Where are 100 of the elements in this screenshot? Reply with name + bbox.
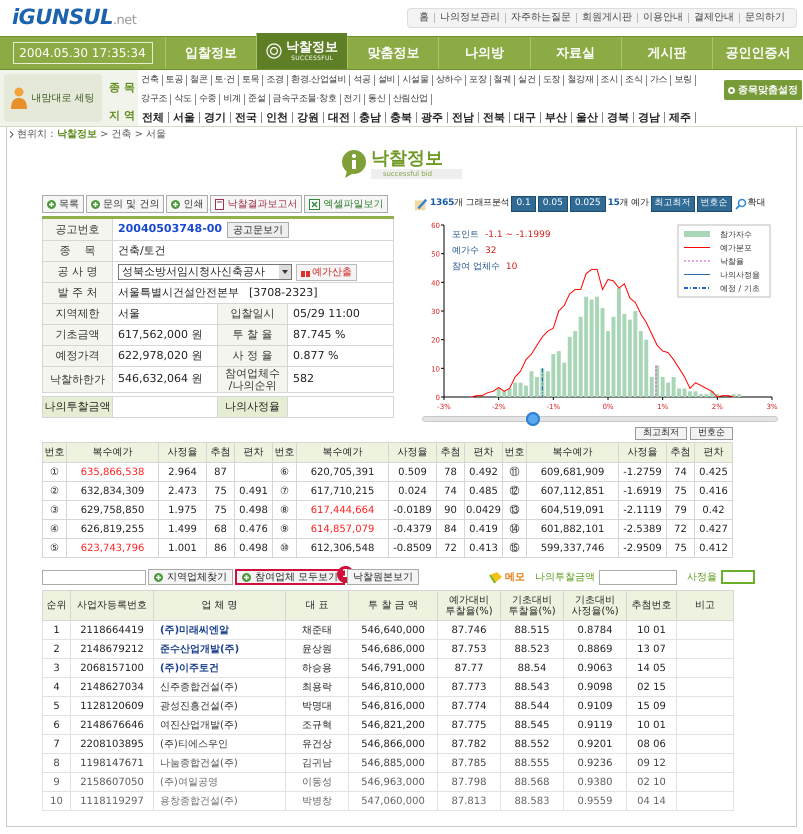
category-link[interactable]: 시설물 [399, 75, 433, 86]
top-link[interactable]: 홈 [414, 13, 434, 23]
custom-setting-panel[interactable]: 내맘대로 세팅 [4, 74, 102, 122]
category-link[interactable]: 조경 [263, 75, 288, 86]
column-header: 번호 [274, 447, 294, 458]
step-button[interactable]: 0.025 [570, 196, 606, 212]
category-link[interactable]: 금속구조물·창호 [270, 94, 341, 105]
category-link[interactable]: 강구조 [138, 94, 172, 105]
legend-label: 참가자수 [720, 230, 752, 239]
region-link[interactable]: 강원 [293, 112, 324, 123]
sort-button[interactable]: 번호순 [696, 196, 732, 212]
table-cell: 하승용 [302, 662, 332, 674]
category-link[interactable]: 전기 [340, 94, 366, 105]
category-link[interactable]: 철콘 [187, 75, 212, 86]
draw-count: 75 [674, 542, 687, 554]
step-button[interactable]: 0.1 [511, 196, 536, 212]
category-link[interactable]: 상하수 [432, 75, 466, 86]
table-cell: 2158607050 [80, 776, 144, 788]
category-link[interactable]: 철궤 [490, 75, 516, 86]
category-link[interactable]: 준설 [245, 94, 270, 105]
category-link[interactable]: 석공 [350, 75, 375, 86]
category-link[interactable]: 토·건 [212, 75, 239, 86]
category-link[interactable]: 삭도 [171, 94, 196, 105]
category-link[interactable]: 설비 [374, 75, 400, 86]
region-link[interactable]: 경남 [634, 112, 665, 123]
column-header: 번호 [44, 447, 64, 458]
top-link[interactable]: 나의정보관리 [434, 13, 505, 23]
region-link[interactable]: 제주 [665, 112, 696, 123]
category-link[interactable]: 가스 [646, 75, 672, 86]
category-link[interactable]: 산림산업 [390, 94, 432, 105]
column-header: 편차 [244, 447, 264, 458]
category-link[interactable]: 도장 [540, 75, 564, 86]
category-link[interactable]: 통신 [365, 94, 390, 105]
table-cell: 7 [53, 738, 60, 750]
category-link[interactable]: 비계 [220, 94, 246, 105]
table-cell: 0.9119 [578, 720, 612, 730]
region-link[interactable]: 충북 [386, 112, 417, 123]
step-button[interactable]: 0.05 [538, 196, 568, 212]
region-link[interactable]: 광주 [417, 112, 448, 123]
table-cell: 546,821,200 [361, 720, 425, 730]
toolbar-button[interactable]: 낙찰원본보기 [347, 569, 420, 585]
region-link[interactable]: 경북 [603, 112, 634, 123]
region-link[interactable]: 대전 [324, 112, 355, 123]
sort-button[interactable]: 번호순 [690, 427, 733, 440]
top-link[interactable]: 결제안내 [688, 13, 739, 23]
region-link[interactable]: 전국 [231, 112, 262, 123]
action-button[interactable]: 문의 및 건의 [86, 195, 164, 213]
table-cell: 88.543 [514, 682, 550, 692]
top-link[interactable]: 자주하는질문 [505, 13, 576, 23]
region-link[interactable]: 충남 [355, 112, 386, 123]
zoom-button[interactable]: 확대 [734, 197, 766, 211]
deviation-value: 0.0429 [466, 504, 501, 516]
category-link[interactable]: 수중 [196, 94, 220, 105]
region-link[interactable]: 인천 [262, 112, 293, 123]
region-link[interactable]: 전남 [448, 112, 479, 123]
category-link[interactable]: 건축 [138, 75, 163, 86]
price-value: 617,444,664 [310, 504, 374, 516]
action-button[interactable]: 엑셀파일보기 [304, 195, 388, 213]
region-link[interactable]: 전북 [479, 112, 510, 123]
category-link[interactable]: 보링 [671, 75, 696, 86]
column-header: 편차 [474, 447, 494, 458]
category-link[interactable]: 환경.산업설비 [288, 75, 350, 86]
top-link[interactable]: 이용안내 [637, 13, 688, 23]
chart-info-text: 포인트 -1.1 ~ -1.1999 [452, 230, 551, 240]
category-link[interactable]: 철강재 [564, 75, 598, 86]
category-link[interactable]: 토공 [162, 75, 188, 86]
region-link[interactable]: 울산 [572, 112, 603, 123]
table-cell: 87.77 [454, 662, 484, 674]
table-cell: 4 [53, 682, 60, 692]
region-link[interactable]: 경기 [200, 112, 231, 123]
region-link[interactable]: 부산 [541, 112, 572, 123]
price-value: 609,681,909 [540, 466, 604, 478]
action-button[interactable]: 목록 [42, 195, 84, 213]
category-link[interactable]: 실건 [515, 75, 540, 86]
price-calc-button[interactable]: 예가산출 [296, 264, 357, 280]
column-header: 추첨 [440, 447, 460, 458]
category-link[interactable]: 조시 [598, 75, 622, 86]
region-link[interactable]: 대구 [510, 112, 541, 123]
sort-button[interactable]: 최고최저 [635, 427, 687, 440]
view-notice-button[interactable]: 공고문보기 [227, 222, 290, 238]
sort-button[interactable]: 최고최저 [650, 196, 695, 212]
table-cell: 2148679212 [80, 644, 144, 654]
top-link[interactable]: 문의하기 [739, 13, 790, 23]
table-cell: 546,866,000 [361, 738, 425, 750]
table-cell: 0.9236 [578, 758, 612, 768]
top-link[interactable]: 회원게시판 [576, 13, 637, 23]
toolbar-button[interactable]: 지역업체찾기 [148, 569, 233, 585]
category-link[interactable]: 포장 [466, 75, 491, 86]
draw-count: 68 [214, 524, 227, 534]
action-button[interactable]: 낙찰결과보고서 [210, 195, 302, 213]
category-link[interactable]: 토목 [238, 75, 264, 86]
column-header: 사정율 [168, 447, 198, 458]
category-link[interactable]: 조식 [622, 75, 647, 86]
site-logo[interactable]: iGUNSUL.net [12, 2, 136, 34]
table-cell: 0.9559 [578, 796, 612, 806]
region-link[interactable]: 전체 [138, 112, 169, 123]
region-link[interactable]: 서울 [169, 112, 200, 123]
deviation-value: 0.425 [699, 466, 728, 478]
project-select[interactable]: 성북소방서임시청사신축공사 [118, 264, 292, 280]
action-button[interactable]: 인쇄 [166, 195, 208, 213]
